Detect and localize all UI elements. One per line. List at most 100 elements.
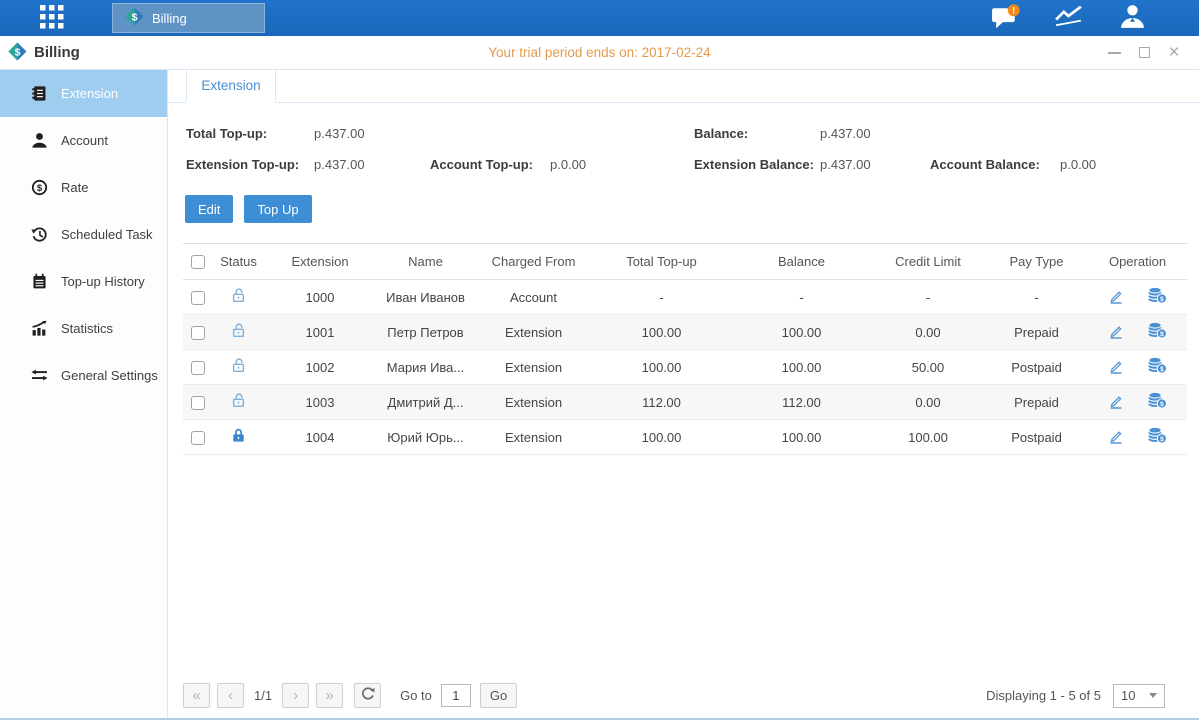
- edit-row-button[interactable]: [1108, 323, 1124, 342]
- sidebar-item-label: General Settings: [61, 368, 158, 383]
- pencil-icon: [1108, 393, 1124, 412]
- lock-open-icon[interactable]: [230, 287, 247, 304]
- last-page-button[interactable]: »: [316, 683, 343, 708]
- edit-row-button[interactable]: [1108, 358, 1124, 377]
- next-page-button[interactable]: ›: [282, 683, 309, 708]
- messages-button[interactable]: !: [989, 3, 1023, 33]
- statistics-monitor-button[interactable]: [1052, 3, 1086, 33]
- taskbar: $ Billing !: [0, 0, 1199, 36]
- cell-extension: 1004: [265, 420, 375, 455]
- person-icon: [30, 132, 48, 150]
- col-header-charged-from: Charged From: [476, 244, 591, 280]
- row-checkbox[interactable]: [191, 326, 205, 340]
- row-checkbox[interactable]: [191, 361, 205, 375]
- window-titlebar: $ Billing Your trial period ends on: 201…: [0, 36, 1199, 70]
- edit-row-button[interactable]: [1108, 428, 1124, 447]
- col-header-operation: Operation: [1088, 244, 1187, 280]
- svg-text:$: $: [36, 183, 42, 194]
- app-launcher-button[interactable]: [37, 5, 67, 31]
- extension-table: Status Extension Name Charged From Total…: [183, 243, 1187, 455]
- page-indicator: 1/1: [254, 688, 272, 703]
- close-button[interactable]: ×: [1165, 44, 1183, 62]
- topup-row-button[interactable]: $: [1148, 357, 1167, 377]
- extension-topup-value: p.437.00: [314, 157, 430, 172]
- table-row: 1000Иван ИвановAccount----$: [183, 280, 1187, 315]
- pencil-icon: [1108, 358, 1124, 377]
- refresh-button[interactable]: [354, 683, 381, 708]
- topup-row-button[interactable]: $: [1148, 322, 1167, 342]
- minimize-button[interactable]: [1105, 44, 1123, 62]
- cell-pay-type: Prepaid: [985, 315, 1088, 350]
- extension-balance-label: Extension Balance:: [694, 157, 820, 172]
- row-checkbox[interactable]: [191, 431, 205, 445]
- svg-text:!: !: [1012, 5, 1015, 15]
- cell-total-topup: 112.00: [591, 385, 732, 420]
- sidebar-item-scheduled-task[interactable]: Scheduled Task: [0, 211, 167, 258]
- cell-name: Иван Иванов: [375, 280, 476, 315]
- prev-page-button[interactable]: ‹: [217, 683, 244, 708]
- sidebar-item-extension[interactable]: Extension: [0, 70, 167, 117]
- lock-open-icon[interactable]: [230, 392, 247, 409]
- cell-total-topup: -: [591, 280, 732, 315]
- goto-label: Go to: [400, 688, 432, 703]
- topup-row-button[interactable]: $: [1148, 392, 1167, 412]
- cell-pay-type: -: [985, 280, 1088, 315]
- maximize-button[interactable]: [1135, 44, 1153, 62]
- table-row: 1004Юрий Юрь...Extension100.00100.00100.…: [183, 420, 1187, 455]
- go-button[interactable]: Go: [480, 683, 517, 708]
- cell-extension: 1003: [265, 385, 375, 420]
- line-chart-icon: [1054, 3, 1085, 33]
- col-header-extension: Extension: [265, 244, 375, 280]
- sidebar-item-label: Extension: [61, 86, 118, 101]
- sidebar-item-label: Statistics: [61, 321, 113, 336]
- sidebar-item-rate[interactable]: $ Rate: [0, 164, 167, 211]
- edit-row-button[interactable]: [1108, 393, 1124, 412]
- cell-charged-from: Extension: [476, 420, 591, 455]
- svg-text:$: $: [1160, 366, 1164, 373]
- row-checkbox[interactable]: [191, 291, 205, 305]
- edit-row-button[interactable]: [1108, 288, 1124, 307]
- col-header-pay-type: Pay Type: [985, 244, 1088, 280]
- sidebar-item-account[interactable]: Account: [0, 117, 167, 164]
- cell-charged-from: Extension: [476, 385, 591, 420]
- cell-balance: -: [732, 280, 871, 315]
- goto-page-input[interactable]: [441, 684, 471, 707]
- select-all-checkbox[interactable]: [191, 255, 205, 269]
- sidebar-item-statistics[interactable]: Statistics: [0, 305, 167, 352]
- row-checkbox[interactable]: [191, 396, 205, 410]
- dollar-circle-icon: $: [30, 179, 48, 197]
- lock-closed-icon[interactable]: [230, 427, 247, 444]
- lock-open-icon[interactable]: [230, 322, 247, 339]
- sidebar-item-label: Top-up History: [61, 274, 145, 289]
- edit-button[interactable]: Edit: [185, 195, 233, 223]
- user-account-button[interactable]: [1115, 3, 1149, 33]
- top-up-button[interactable]: Top Up: [244, 195, 311, 223]
- pencil-icon: [1108, 288, 1124, 307]
- cell-extension: 1002: [265, 350, 375, 385]
- topup-row-button[interactable]: $: [1148, 287, 1167, 307]
- col-header-credit-limit: Credit Limit: [871, 244, 985, 280]
- cell-charged-from: Extension: [476, 350, 591, 385]
- sidebar-item-topup-history[interactable]: Top-up History: [0, 258, 167, 305]
- lock-open-icon[interactable]: [230, 357, 247, 374]
- cell-charged-from: Extension: [476, 315, 591, 350]
- sidebar-item-label: Rate: [61, 180, 88, 195]
- sidebar-item-general-settings[interactable]: General Settings: [0, 352, 167, 399]
- cell-name: Юрий Юрь...: [375, 420, 476, 455]
- svg-text:$: $: [1160, 436, 1164, 443]
- taskbar-billing-tab[interactable]: $ Billing: [112, 3, 265, 33]
- app-window: $ Billing !: [0, 0, 1199, 720]
- page-size-select[interactable]: 10: [1113, 684, 1165, 708]
- balance-label: Balance:: [694, 126, 820, 141]
- pagination-bar: « ‹ 1/1 › » Go to Go Display: [183, 683, 1187, 708]
- topup-row-button[interactable]: $: [1148, 427, 1167, 447]
- cell-balance: 112.00: [732, 385, 871, 420]
- first-page-button[interactable]: «: [183, 683, 210, 708]
- notebook-icon: [30, 273, 48, 291]
- close-icon: ×: [1168, 43, 1179, 62]
- svg-text:$: $: [1160, 296, 1164, 303]
- sliders-arrows-icon: [30, 367, 48, 385]
- window-app-title: $ Billing: [8, 42, 80, 64]
- coins-dollar-icon: $: [1148, 427, 1167, 447]
- tab-extension[interactable]: Extension: [186, 70, 276, 103]
